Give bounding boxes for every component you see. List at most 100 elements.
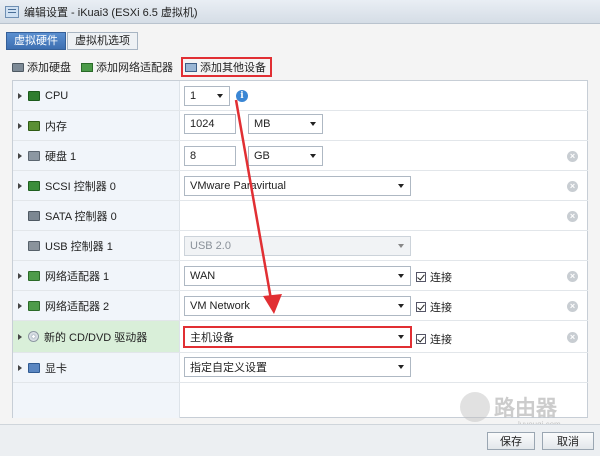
expand-caret-icon[interactable] [18, 333, 22, 340]
video-settings-select[interactable]: 指定自定义设置 [184, 357, 411, 377]
sata-label: SATA 控制器 0 [45, 210, 117, 223]
row-sata: SATA 控制器 0 × [13, 201, 588, 231]
cpu-label: CPU [45, 89, 69, 102]
scsi-type-select[interactable]: VMware Paravirtual [184, 176, 411, 196]
dropdown-arrow-icon [398, 274, 404, 278]
memory-label: 内存 [45, 120, 67, 133]
disk-label: 硬盘 1 [45, 150, 77, 163]
tab-vm-options[interactable]: 虚拟机选项 [67, 32, 138, 50]
remove-device-icon[interactable]: × [567, 151, 578, 162]
expand-caret-icon[interactable] [18, 302, 22, 309]
scsi-label: SCSI 控制器 0 [45, 180, 116, 193]
hardware-panel: CPU 1 i 内存 1024 MB 硬盘 1 8 GB × SCSI 控制器 … [12, 80, 588, 418]
cd-dvd-connect-checkbox[interactable]: 连接 [416, 331, 452, 347]
memory-unit-value: MB [254, 118, 271, 130]
remove-device-icon[interactable]: × [567, 332, 578, 343]
window-title: 编辑设置 - iKuai3 (ESXi 6.5 虚拟机) [24, 6, 198, 19]
usb-type-value: USB 2.0 [190, 240, 231, 252]
expand-caret-icon[interactable] [18, 364, 22, 371]
memory-size-input[interactable]: 1024 [184, 114, 236, 134]
watermark-logo-icon [460, 392, 490, 422]
nic2-network-value: VM Network [190, 300, 250, 312]
usb-controller-icon [28, 240, 40, 251]
tab-virtual-hardware[interactable]: 虚拟硬件 [6, 32, 66, 50]
row-memory-label[interactable]: 内存 [13, 111, 180, 140]
add-other-device-button[interactable]: 添加其他设备 [181, 57, 272, 77]
save-button[interactable]: 保存 [487, 432, 535, 450]
network-adapter-icon [28, 300, 40, 311]
memory-unit-select[interactable]: MB [248, 114, 323, 134]
dropdown-arrow-icon [398, 304, 404, 308]
row-cd-dvd: 新的 CD/DVD 驱动器 主机设备 连接 × [13, 321, 588, 353]
watermark: 路由器 luyouqi.com [460, 392, 561, 429]
sata-controller-icon [28, 210, 40, 221]
window-titlebar: 编辑设置 - iKuai3 (ESXi 6.5 虚拟机) [0, 0, 600, 24]
row-scsi-label[interactable]: SCSI 控制器 0 [13, 171, 180, 200]
checkbox-checked-icon [416, 302, 426, 312]
row-nic2: 网络适配器 2 VM Network 连接 × [13, 291, 588, 321]
scsi-controller-icon [28, 180, 40, 191]
expand-caret-icon[interactable] [18, 272, 22, 279]
expand-caret-icon[interactable] [18, 122, 22, 129]
dropdown-arrow-icon [310, 154, 316, 158]
row-disk-label[interactable]: 硬盘 1 [13, 141, 180, 170]
cpu-icon [28, 90, 40, 101]
nic2-label: 网络适配器 2 [45, 300, 110, 313]
nic1-label: 网络适配器 1 [45, 270, 110, 283]
row-cd-dvd-label[interactable]: 新的 CD/DVD 驱动器 [13, 321, 180, 352]
cancel-button[interactable]: 取消 [542, 432, 594, 450]
row-disk: 硬盘 1 8 GB × [13, 141, 588, 171]
info-icon[interactable]: i [236, 90, 248, 102]
dropdown-arrow-icon [398, 365, 404, 369]
memory-icon [28, 120, 40, 131]
expand-caret-icon[interactable] [18, 152, 22, 159]
disk-size-input[interactable]: 8 [184, 146, 236, 166]
disk-size-value: 8 [190, 150, 197, 162]
row-nic1: 网络适配器 1 WAN 连接 × [13, 261, 588, 291]
row-sata-label: SATA 控制器 0 [13, 201, 180, 230]
nic2-network-select[interactable]: VM Network [184, 296, 411, 316]
nic2-connect-label: 连接 [430, 302, 452, 314]
disk-unit-value: GB [254, 150, 270, 162]
nic1-connect-checkbox[interactable]: 连接 [416, 269, 452, 285]
nic1-connect-label: 连接 [430, 272, 452, 284]
nic2-connect-checkbox[interactable]: 连接 [416, 299, 452, 315]
row-video: 显卡 指定自定义设置 [13, 353, 588, 383]
dropdown-arrow-icon [310, 122, 316, 126]
row-nic2-label[interactable]: 网络适配器 2 [13, 291, 180, 320]
nic1-network-select[interactable]: WAN [184, 266, 411, 286]
watermark-text: 路由器 [494, 397, 557, 420]
expand-caret-icon[interactable] [18, 182, 22, 189]
cd-dvd-label: 新的 CD/DVD 驱动器 [44, 331, 148, 344]
row-memory: 内存 1024 MB [13, 111, 588, 141]
label-column-filler [13, 383, 180, 418]
cd-dvd-connect-label: 连接 [430, 334, 452, 346]
row-video-label[interactable]: 显卡 [13, 353, 180, 382]
memory-size-value: 1024 [190, 118, 215, 130]
window-icon [5, 5, 19, 18]
network-adapter-icon [81, 62, 93, 72]
expand-caret-icon[interactable] [18, 92, 22, 99]
remove-device-icon[interactable]: × [567, 301, 578, 312]
network-adapter-icon [28, 270, 40, 281]
cd-dvd-media-select[interactable]: 主机设备 [183, 326, 412, 348]
video-card-icon [28, 362, 40, 373]
disk-unit-select[interactable]: GB [248, 146, 323, 166]
checkbox-checked-icon [416, 272, 426, 282]
dialog-footer: 保存 取消 [0, 424, 600, 456]
add-nic-label: 添加网络适配器 [96, 62, 173, 74]
row-usb: USB 控制器 1 USB 2.0 [13, 231, 588, 261]
row-nic1-label[interactable]: 网络适配器 1 [13, 261, 180, 290]
remove-device-icon[interactable]: × [567, 271, 578, 282]
cpu-count-select[interactable]: 1 [184, 86, 230, 106]
add-other-device-label: 添加其他设备 [200, 62, 266, 74]
remove-device-icon[interactable]: × [567, 181, 578, 192]
remove-device-icon[interactable]: × [567, 211, 578, 222]
usb-label: USB 控制器 1 [45, 240, 113, 253]
disk-icon [12, 62, 24, 72]
row-scsi: SCSI 控制器 0 VMware Paravirtual × [13, 171, 588, 201]
add-nic-button[interactable]: 添加网络适配器 [81, 58, 173, 76]
row-cpu-label[interactable]: CPU [13, 81, 180, 110]
usb-type-select: USB 2.0 [184, 236, 411, 256]
add-disk-button[interactable]: 添加硬盘 [12, 58, 71, 76]
